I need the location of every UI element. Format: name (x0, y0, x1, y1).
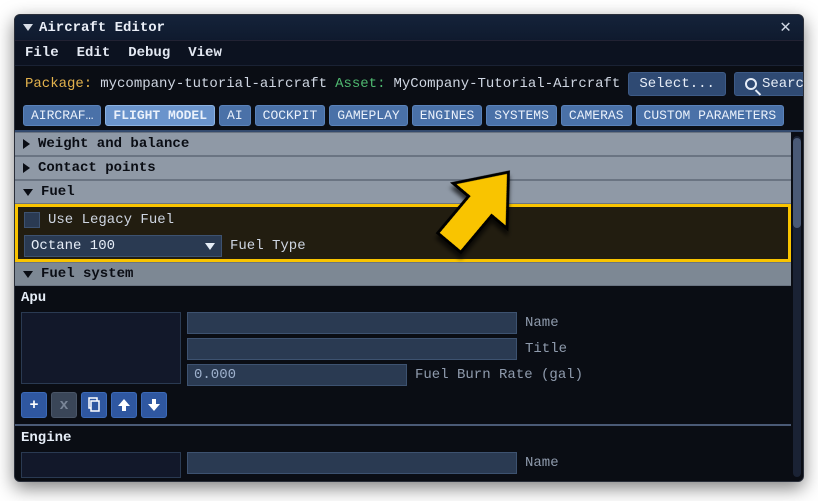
section-contact[interactable]: Contact points (15, 156, 791, 180)
package-value: mycompany-tutorial-aircraft (100, 76, 327, 92)
tab-aircraft[interactable]: AIRCRAF… (23, 105, 101, 126)
add-button[interactable]: + (21, 392, 47, 418)
menu-edit[interactable]: Edit (77, 45, 111, 61)
arrow-up-icon (116, 397, 132, 413)
asset-label: Asset: (335, 76, 385, 92)
tabbar: AIRCRAF… FLIGHT MODEL AI COCKPIT GAMEPLA… (15, 102, 803, 132)
tab-gameplay[interactable]: GAMEPLAY (329, 105, 407, 126)
fuel-type-row: Octane 100 Fuel Type (18, 233, 788, 259)
apu-burn-row: Fuel Burn Rate (gal) (187, 364, 785, 386)
chevron-right-icon (23, 139, 30, 149)
menu-view[interactable]: View (188, 45, 222, 61)
engine-name-input[interactable] (187, 452, 517, 474)
use-legacy-fuel-row: Use Legacy Fuel (18, 207, 788, 233)
scrollbar-thumb[interactable] (793, 138, 801, 228)
remove-button[interactable]: x (51, 392, 77, 418)
infobar: Package: mycompany-tutorial-aircraft Ass… (15, 66, 803, 102)
apu-title-label: Title (525, 341, 567, 357)
section-fuel[interactable]: Fuel (15, 180, 791, 204)
titlebar: Aircraft Editor ✕ (15, 15, 803, 41)
apu-preview (21, 312, 181, 384)
engine-name-label: Name (525, 455, 559, 471)
fuel-type-value: Octane 100 (31, 238, 115, 254)
close-icon[interactable]: ✕ (774, 17, 797, 39)
tab-engines[interactable]: ENGINES (412, 105, 483, 126)
apu-name-input[interactable] (187, 312, 517, 334)
editor-window: Aircraft Editor ✕ File Edit Debug View P… (14, 14, 804, 482)
move-down-button[interactable] (141, 392, 167, 418)
apu-title-input[interactable] (187, 338, 517, 360)
content: Weight and balance Contact points Fuel U… (15, 132, 791, 481)
section-fuel-system-label: Fuel system (41, 266, 133, 282)
fuel-highlight: Use Legacy Fuel Octane 100 Fuel Type (15, 204, 791, 262)
apu-name-row: Name (187, 312, 785, 334)
apu-name-label: Name (525, 315, 559, 331)
search-label: Search (762, 76, 804, 92)
section-fuel-system[interactable]: Fuel system (15, 262, 791, 286)
chevron-right-icon (23, 163, 30, 173)
tab-cockpit[interactable]: COCKPIT (255, 105, 326, 126)
search-icon (745, 78, 757, 90)
tab-ai[interactable]: AI (219, 105, 251, 126)
apu-burn-label: Fuel Burn Rate (gal) (415, 367, 583, 383)
fuel-type-label: Fuel Type (230, 238, 306, 254)
vertical-scrollbar[interactable] (793, 136, 801, 477)
package-label: Package: (25, 76, 92, 92)
menubar: File Edit Debug View (15, 41, 803, 66)
tab-flight-model[interactable]: FLIGHT MODEL (105, 105, 215, 126)
collapse-icon[interactable] (23, 24, 33, 31)
copy-icon (86, 397, 102, 413)
tab-cameras[interactable]: CAMERAS (561, 105, 632, 126)
chevron-down-icon (205, 243, 215, 250)
chevron-down-icon (23, 189, 33, 196)
tab-custom-parameters[interactable]: CUSTOM PARAMETERS (636, 105, 785, 126)
use-legacy-fuel-label: Use Legacy Fuel (48, 212, 174, 228)
engine-name-row: Name (187, 452, 785, 474)
use-legacy-fuel-checkbox[interactable] (24, 212, 40, 228)
arrow-down-icon (146, 397, 162, 413)
copy-button[interactable] (81, 392, 107, 418)
section-fuel-label: Fuel (41, 184, 75, 200)
menu-debug[interactable]: Debug (128, 45, 170, 61)
apu-form: Name Title Fuel Burn Rate (gal) (15, 308, 791, 392)
apu-heading: Apu (15, 286, 791, 308)
engine-preview (21, 452, 181, 478)
search-button[interactable]: Search (734, 72, 804, 96)
tab-systems[interactable]: SYSTEMS (486, 105, 557, 126)
window-title: Aircraft Editor (39, 20, 165, 36)
section-weight-label: Weight and balance (38, 136, 189, 152)
move-up-button[interactable] (111, 392, 137, 418)
select-button[interactable]: Select... (628, 72, 726, 96)
section-weight[interactable]: Weight and balance (15, 132, 791, 156)
apu-title-row: Title (187, 338, 785, 360)
engine-fields: Name (187, 452, 785, 478)
engine-heading: Engine (15, 426, 791, 448)
menu-file[interactable]: File (25, 45, 59, 61)
apu-fields: Name Title Fuel Burn Rate (gal) (187, 312, 785, 386)
asset-value: MyCompany-Tutorial-Aircraft (393, 76, 620, 92)
engine-form: Name (15, 448, 791, 478)
scroll-area: Weight and balance Contact points Fuel U… (15, 132, 803, 481)
section-contact-label: Contact points (38, 160, 156, 176)
chevron-down-icon (23, 271, 33, 278)
apu-toolbar: + x (15, 392, 791, 424)
fuel-type-dropdown[interactable]: Octane 100 (24, 235, 222, 257)
apu-burn-input[interactable] (187, 364, 407, 386)
